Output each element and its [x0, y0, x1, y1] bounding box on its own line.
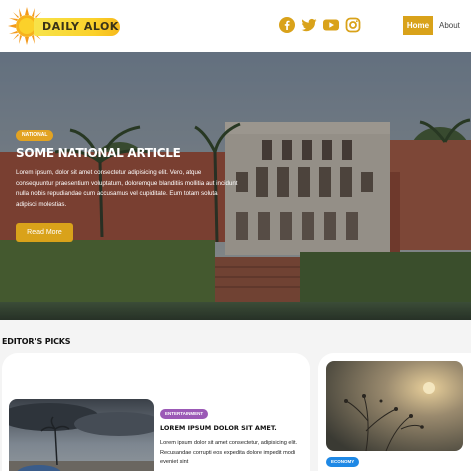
article-image[interactable]: [326, 361, 463, 451]
read-more-button[interactable]: Read More: [16, 223, 73, 242]
article-card[interactable]: ENTERTAINMENT LOREM IPSUM DOLOR SIT AMET…: [2, 353, 310, 471]
twitter-icon[interactable]: [301, 17, 317, 33]
hero-section: NATIONAL SOME NATIONAL ARTICLE Lorem ips…: [0, 52, 471, 320]
article-title[interactable]: LOREM IPSUM DOLOR SIT AMET.: [160, 424, 277, 432]
hero-title[interactable]: SOME NATIONAL ARTICLE: [16, 146, 181, 160]
section-title: EDITOR'S PICKS: [2, 337, 71, 346]
nav-home-link[interactable]: Home: [403, 16, 433, 35]
page: DAILY ALOK Home About NATIONAL SOME NATI…: [0, 0, 471, 471]
article-category-badge[interactable]: ENTERTAINMENT: [160, 409, 209, 419]
social-links: [279, 17, 361, 33]
site-logo[interactable]: DAILY ALOK: [8, 7, 120, 45]
article-card[interactable]: ECONOMY: [318, 353, 471, 471]
hero-excerpt: Lorem ipsum, dolor sit amet consectetur …: [16, 169, 238, 208]
hero-category-badge[interactable]: NATIONAL: [16, 130, 54, 141]
nav-about-link[interactable]: About: [439, 16, 460, 35]
article-category-badge[interactable]: ECONOMY: [326, 457, 360, 467]
logo-text: DAILY ALOK: [42, 20, 119, 33]
youtube-icon[interactable]: [323, 17, 339, 33]
article-image[interactable]: [9, 399, 154, 471]
site-header: DAILY ALOK Home About: [0, 0, 471, 52]
article-excerpt: Lorem ipsum dolor sit amet consectetur, …: [160, 440, 298, 465]
instagram-icon[interactable]: [345, 17, 361, 33]
facebook-icon[interactable]: [279, 17, 295, 33]
